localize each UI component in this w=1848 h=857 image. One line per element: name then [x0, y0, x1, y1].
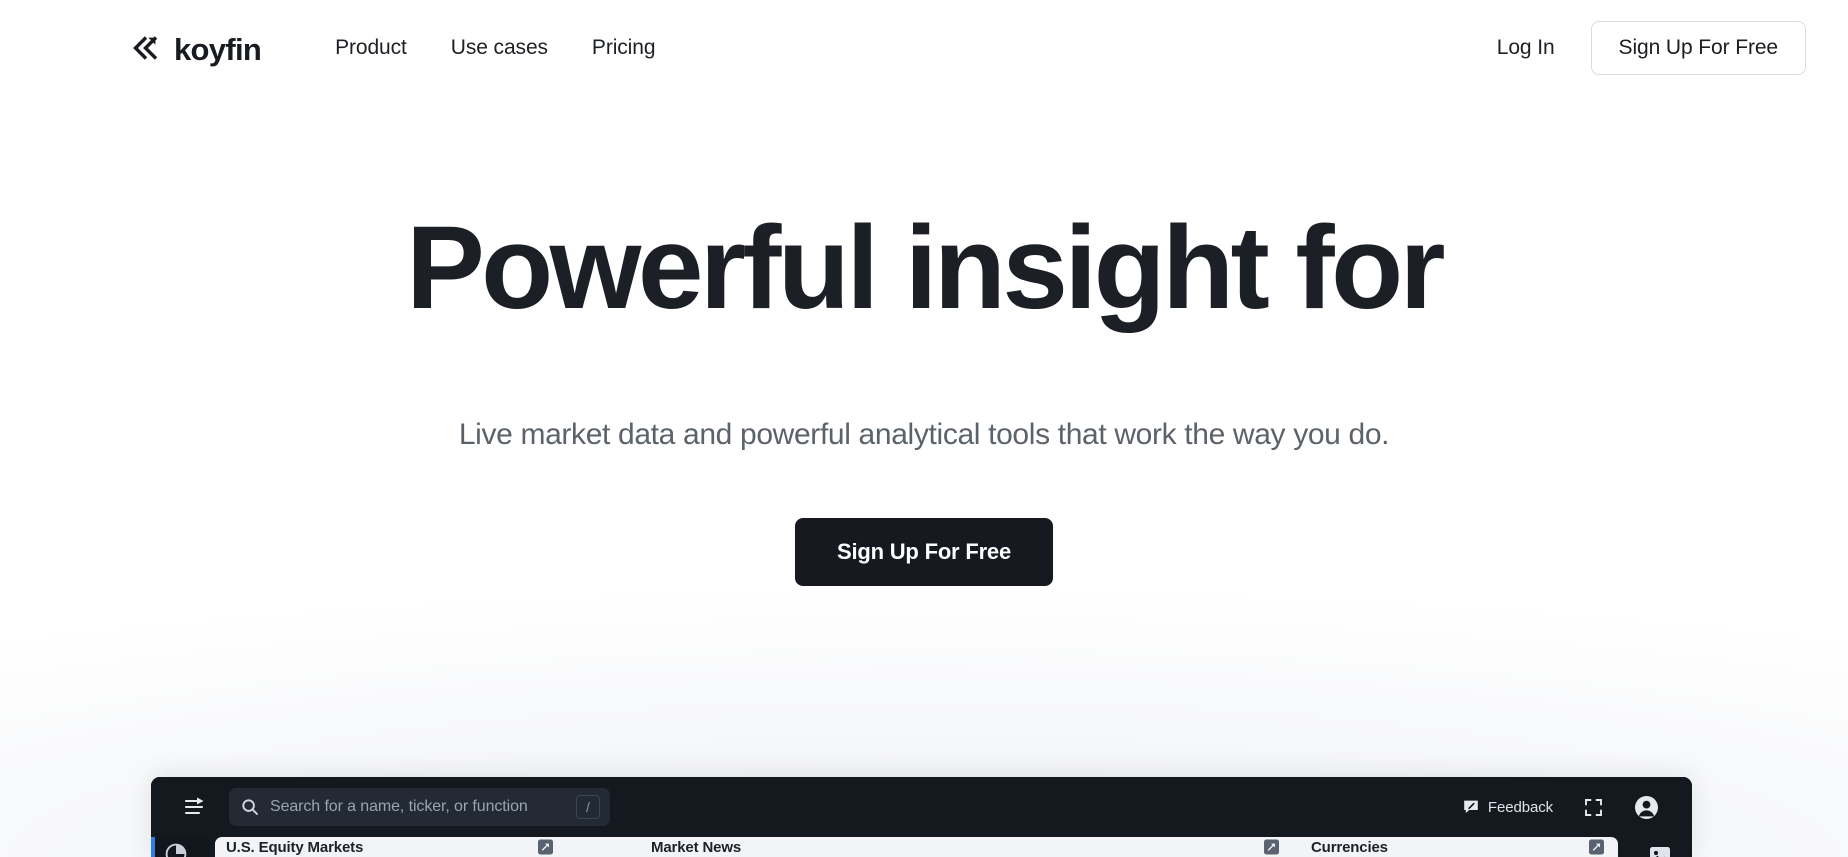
- nav-actions: Log In Sign Up For Free: [1497, 21, 1806, 75]
- search-input[interactable]: Search for a name, ticker, or function /: [229, 788, 610, 826]
- feedback-icon: [1464, 800, 1478, 813]
- feedback-label: Feedback: [1487, 798, 1553, 816]
- popout-icon[interactable]: [1589, 839, 1604, 855]
- app-topbar-actions: Feedback: [1463, 795, 1692, 820]
- popout-icon[interactable]: [1264, 839, 1279, 855]
- nav-link-product[interactable]: Product: [333, 30, 409, 66]
- top-navigation-bar: koyfin Product Use cases Pricing Log In …: [0, 0, 1848, 96]
- landing-page: koyfin Product Use cases Pricing Log In …: [0, 0, 1848, 857]
- sidebar-active-indicator: [151, 837, 155, 857]
- sign-up-button-hero[interactable]: Sign Up For Free: [794, 517, 1054, 586]
- widget-header-market-news[interactable]: Market News: [633, 837, 1293, 857]
- search-icon: [242, 799, 258, 815]
- nav-link-use-cases[interactable]: Use cases: [449, 30, 550, 66]
- nav-link-pricing[interactable]: Pricing: [590, 30, 658, 66]
- log-in-link[interactable]: Log In: [1497, 36, 1555, 60]
- nav-links: Product Use cases Pricing: [333, 30, 657, 66]
- search-shortcut-key: /: [576, 795, 600, 819]
- widget-title: Currencies: [1311, 838, 1388, 856]
- app-preview-panel: Search for a name, ticker, or function /…: [151, 777, 1692, 857]
- feedback-button[interactable]: Feedback: [1463, 799, 1553, 816]
- popout-icon[interactable]: [538, 839, 553, 855]
- app-top-bar: Search for a name, ticker, or function /…: [151, 777, 1692, 837]
- sign-up-button-nav[interactable]: Sign Up For Free: [1590, 21, 1806, 75]
- widget-header-us-equity-markets[interactable]: U.S. Equity Markets: [215, 837, 633, 857]
- fullscreen-icon[interactable]: [1584, 798, 1603, 817]
- collapse-sidebar-icon[interactable]: [180, 792, 210, 822]
- image-icon[interactable]: [1648, 843, 1672, 857]
- widget-title: U.S. Equity Markets: [226, 838, 364, 856]
- double-chevron-left-icon: [133, 36, 158, 60]
- hero-subtitle: Live market data and powerful analytical…: [458, 417, 1390, 451]
- dashboard-widget-headers: U.S. Equity Markets Market News Currenci…: [215, 837, 1618, 857]
- user-avatar-icon[interactable]: [1634, 795, 1659, 820]
- brand-name: koyfin: [174, 31, 262, 67]
- brand-logo[interactable]: koyfin: [128, 31, 262, 67]
- page-title: Powerful insight for: [406, 202, 1445, 334]
- widget-title: Market News: [651, 838, 742, 856]
- pie-chart-icon[interactable]: [165, 843, 187, 857]
- search-placeholder: Search for a name, ticker, or function: [270, 798, 528, 815]
- widget-header-currencies[interactable]: Currencies: [1293, 837, 1618, 857]
